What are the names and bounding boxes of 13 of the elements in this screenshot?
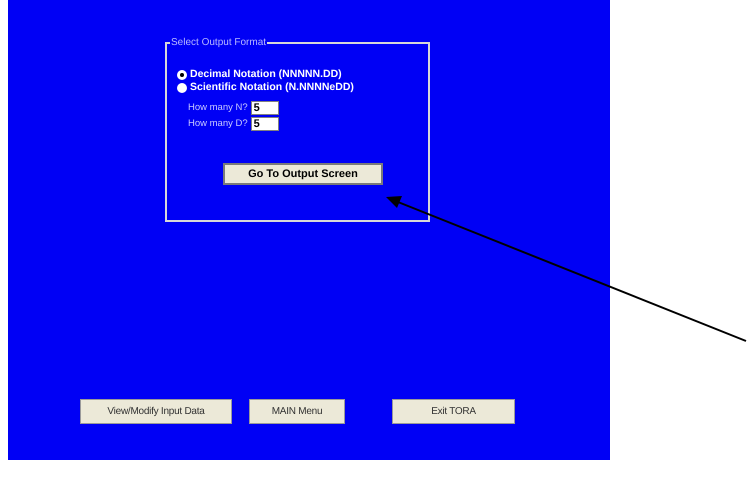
radio-button[interactable] xyxy=(177,70,187,80)
menu-button[interactable]: View/Modify Input Data xyxy=(80,399,232,424)
radio-option[interactable]: Decimal Notation (NNNNN.DD) xyxy=(177,68,418,81)
input-field[interactable]: 5 xyxy=(250,117,279,131)
field-label: How many N? xyxy=(188,102,248,114)
menu-button[interactable]: Exit TORA xyxy=(392,399,515,424)
field-label: How many D? xyxy=(188,118,248,130)
input-field[interactable]: 5 xyxy=(250,101,279,115)
group-title: Select Output Format xyxy=(170,36,268,49)
output-screen-button[interactable]: Go To Output Screen xyxy=(223,163,383,185)
radio-button[interactable] xyxy=(177,82,187,92)
radio-option[interactable]: Scientific Notation (N.NNNNeDD) xyxy=(177,81,418,94)
menu-button[interactable]: MAIN Menu xyxy=(249,399,345,424)
